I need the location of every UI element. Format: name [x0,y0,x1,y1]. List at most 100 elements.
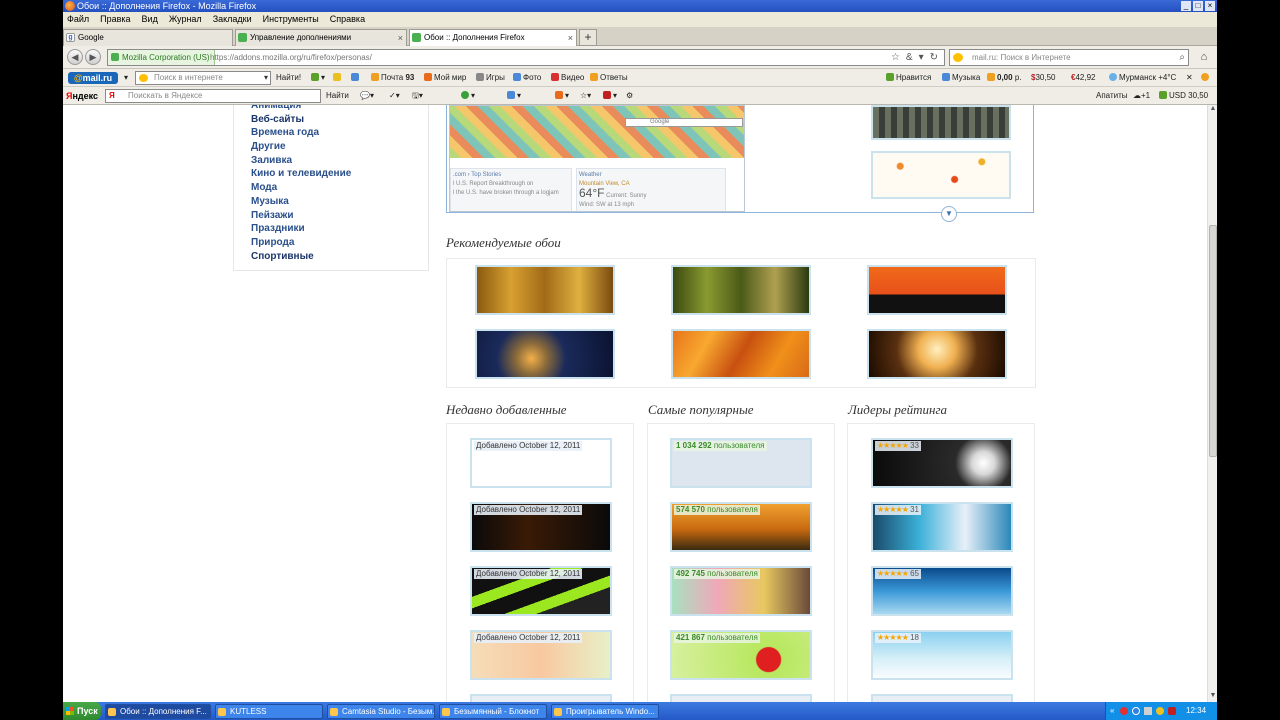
close-tab-icon[interactable]: × [398,30,403,46]
magnifier-icon[interactable]: ⌕ [1179,50,1185,65]
task-camtasia[interactable]: Camtasia Studio - Безым... [327,704,435,719]
gear-icon[interactable]: ⚙ [626,87,633,105]
tab-wallpapers[interactable]: Обои :: Дополнения Firefox × [409,29,577,46]
task-firefox[interactable]: Обои :: Дополнения F... [105,704,211,719]
recommended-thumbnail-halloween-bats[interactable] [867,265,1007,315]
category-link[interactable]: Кино и телевидение [251,167,351,181]
popular-thumbnail[interactable]: 492 745 пользователя [670,566,812,616]
thumbnail-chevrons[interactable] [871,105,1011,140]
eur-rate[interactable]: €42,92 [1071,69,1095,87]
search-input[interactable]: mail.ru: Поиск в Интернете ⌕ [949,49,1189,66]
forward-button[interactable]: ▶ [85,49,101,65]
yandex-weather[interactable]: ☁+1 [1133,87,1150,105]
category-link[interactable]: Природа [251,236,351,250]
usd-rate[interactable]: $30,50 [1031,69,1055,87]
recent-thumbnail[interactable]: Добавлено October 12, 2011 [470,438,612,488]
recent-thumbnail-partial[interactable] [470,694,612,702]
chevron-down-icon[interactable]: ▼ [941,206,957,222]
window-icon[interactable] [351,69,361,87]
chat-icon[interactable]: 💬▾ [360,87,374,105]
menu-history[interactable]: Журнал [169,12,202,27]
task-media-player[interactable]: Проигрыватель Windo... [551,704,659,719]
book-icon[interactable]: ▾ [603,87,617,105]
recommended-thumbnail-autumn-leaves[interactable] [671,329,811,379]
rated-thumbnail[interactable]: ★★★★★ 31 [871,502,1013,552]
rated-thumbnail[interactable]: ★★★★★ 18 [871,630,1013,680]
back-button[interactable]: ◀ [67,49,83,65]
menu-edit[interactable]: Правка [100,12,130,27]
vertical-scrollbar[interactable]: ▲ ▼ [1207,105,1217,702]
close-icon[interactable]: × [1205,1,1215,11]
yandex-logo[interactable]: Яндекс [66,87,98,105]
answers-link[interactable]: Ответы [590,69,628,87]
tray-security-icon[interactable] [1168,707,1176,715]
recommended-thumbnail-planet-space[interactable] [475,329,615,379]
close-tab-icon[interactable]: × [568,30,573,46]
check-icon[interactable]: ✓▾ [389,87,400,105]
mail-link[interactable]: Почта 93 [371,69,414,87]
recent-thumbnail[interactable]: Добавлено October 12, 2011 [470,566,612,616]
tray-network-icon[interactable] [1132,707,1140,715]
category-link[interactable]: Другие [251,140,351,154]
category-link[interactable]: Музыка [251,195,351,209]
weather-link[interactable]: Мурманск +4°C [1109,69,1176,87]
text-tools-icon[interactable]: ▾ [311,69,325,87]
menu-file[interactable]: Файл [67,12,89,27]
menu-bookmarks[interactable]: Закладки [213,12,252,27]
yandex-find-button[interactable]: Найти [326,87,349,105]
yandex-search-input[interactable]: Поискать в Яндексе [105,89,321,103]
chevron-down-icon[interactable]: ▾ [124,69,128,87]
tools-icon[interactable]: ▾ [555,87,569,105]
scrollbar-thumb[interactable] [1209,225,1217,457]
translate-icon[interactable]: ▾ [507,87,521,105]
video-link[interactable]: Видео [551,69,584,87]
yandex-usd[interactable]: USD 30,50 [1159,87,1208,105]
tray-update-icon[interactable] [1156,707,1164,715]
popular-thumbnail[interactable]: 421 867 пользователя [670,630,812,680]
mailru-logo[interactable]: @mail.ru [68,72,118,84]
rated-thumbnail[interactable]: ★★★★★ 33 [871,438,1013,488]
popular-thumbnail[interactable]: 574 570 пользователя [670,502,812,552]
recent-thumbnail[interactable]: Добавлено October 12, 2011 [470,630,612,680]
category-link[interactable]: Анимация [251,105,351,113]
recommended-thumbnail-sunset-tree[interactable] [867,329,1007,379]
dropdown-icon[interactable]: ▾ [919,50,924,65]
new-tab-button[interactable]: + [579,29,597,46]
category-link[interactable]: Времена года [251,126,351,140]
refresh-icon[interactable]: ▾ [461,87,475,105]
music-link[interactable]: Музыка [942,69,980,87]
site-identity[interactable]: Mozilla Corporation (US) [108,50,215,65]
yandex-city[interactable]: Апатиты [1096,87,1128,105]
popular-thumbnail-partial[interactable] [670,694,812,702]
tray-expand-icon[interactable]: « [1110,702,1114,720]
menu-tools[interactable]: Инструменты [263,12,319,27]
rated-thumbnail-partial[interactable] [871,694,1013,702]
tray-red-icon[interactable] [1120,707,1128,715]
menu-view[interactable]: Вид [142,12,158,27]
maximize-icon[interactable]: □ [1193,1,1203,11]
close-toolbar-icon[interactable]: ✕ [1186,69,1193,87]
tab-addons-manager[interactable]: Управление дополнениями × [235,29,407,46]
tab-google[interactable]: g Google [63,29,233,46]
url-bar[interactable]: Mozilla Corporation (US) https://addons.… [107,49,945,66]
thumbnail-autumn-leaves[interactable] [871,151,1011,199]
mailru-search-input[interactable]: Поиск в интернете [135,71,271,85]
photo-link[interactable]: Фото [513,69,541,87]
clock[interactable]: 12:34 [1186,702,1206,720]
recommended-thumbnail-green-forest[interactable] [671,265,811,315]
reload-icon[interactable]: ↻ [930,50,938,65]
star-icon[interactable]: ☆▾ [580,87,591,105]
category-link[interactable]: Спортивные [251,250,351,264]
category-link[interactable]: Заливка [251,154,351,168]
task-kutless[interactable]: KUTLESS [215,704,323,719]
category-link[interactable]: Мода [251,181,351,195]
home-icon[interactable]: ⌂ [1195,49,1213,66]
mailru-find-button[interactable]: Найти! [276,69,301,87]
balance-link[interactable]: 0,00 р. [987,69,1021,87]
task-notepad[interactable]: Безымянный - Блокнот [439,704,547,719]
scroll-down-icon[interactable]: ▼ [1208,692,1217,702]
minimize-icon[interactable]: _ [1181,1,1191,11]
scroll-up-icon[interactable]: ▲ [1208,105,1217,115]
like-link[interactable]: Нравится [886,69,931,87]
highlight-icon[interactable] [333,69,343,87]
